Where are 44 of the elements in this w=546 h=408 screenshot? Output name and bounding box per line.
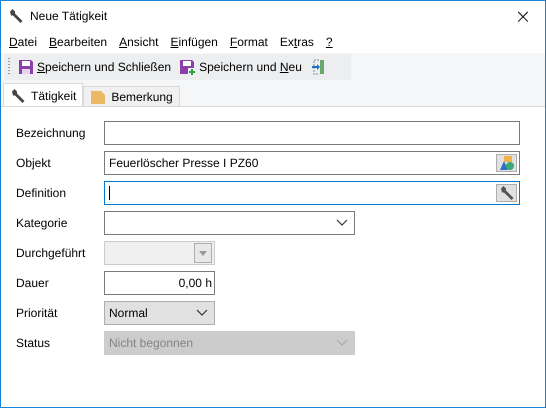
exit-icon <box>310 59 326 75</box>
field-label: Kategorie <box>16 216 68 230</box>
toolbar-button[interactable]: Speichern und Schließen <box>15 57 174 77</box>
wrench-icon <box>498 185 514 201</box>
field-label: Priorität <box>16 306 58 320</box>
field-label: Bezeichnung <box>16 126 86 140</box>
text-field[interactable] <box>104 121 520 145</box>
triangle-down-icon <box>199 250 207 256</box>
floppy-disk-plus-icon <box>179 58 196 76</box>
tab[interactable]: Tätigkeit <box>3 83 84 106</box>
menu-item[interactable]: Bearbeiten <box>43 35 114 49</box>
menu-item[interactable]: Datei <box>3 35 44 49</box>
lookup-button[interactable] <box>496 154 517 172</box>
menu-item[interactable]: ? <box>320 35 339 49</box>
menu-item[interactable]: Ansicht <box>113 35 164 49</box>
field-label: Objekt <box>16 156 52 170</box>
field-value: Normal <box>109 306 149 320</box>
field-value: 0,00 h <box>178 276 212 290</box>
note-icon <box>90 88 106 104</box>
field-label: Definition <box>16 186 68 200</box>
field-value: Nicht begonnen <box>109 336 194 350</box>
close-button[interactable]: × <box>501 1 545 31</box>
wrench-icon <box>8 8 24 24</box>
field-value: Feuerlöscher Presse I PZ60 <box>109 156 260 170</box>
dropdown[interactable]: Normal <box>104 301 215 325</box>
chevron-down-icon <box>196 309 208 317</box>
combo-box[interactable] <box>104 211 355 235</box>
menu-item[interactable]: Einfügen <box>164 35 224 49</box>
window-title: Neue Tätigkeit <box>30 9 108 23</box>
menu-item[interactable]: Extras <box>274 35 320 49</box>
lookup-field[interactable]: Feuerlöscher Presse I PZ60 <box>104 151 520 175</box>
menu-item[interactable]: Format <box>224 35 274 49</box>
lookup-button[interactable] <box>496 184 517 202</box>
field-label: Status <box>16 336 52 350</box>
field-label: Dauer <box>16 276 50 290</box>
chevron-down-icon <box>336 339 348 347</box>
number-field[interactable]: 0,00 h <box>104 271 215 295</box>
toolbar-button[interactable]: Speichern und Neu <box>176 56 305 78</box>
tab[interactable]: Bemerkung <box>83 86 180 106</box>
field-label: Durchgeführt <box>16 246 86 260</box>
wrench-icon <box>10 88 26 104</box>
lookup-field[interactable] <box>104 181 520 205</box>
chevron-down-icon <box>336 219 348 227</box>
shapes-icon <box>498 155 514 171</box>
